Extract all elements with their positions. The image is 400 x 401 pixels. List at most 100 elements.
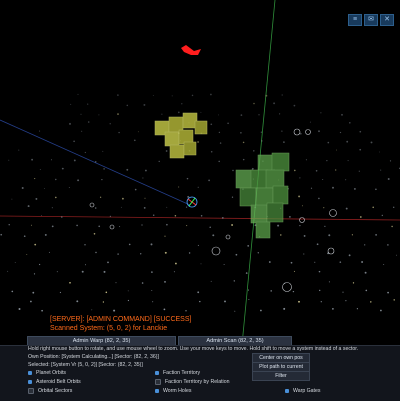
star-dot (166, 223, 168, 226)
option-orbital-sectors[interactable]: Orbital Sectors (28, 388, 72, 394)
star-dot (322, 179, 324, 180)
checkbox-checked-icon[interactable] (155, 371, 159, 375)
star-dot (219, 142, 222, 144)
star-dot (359, 148, 362, 151)
star-dot (303, 253, 305, 255)
star-dot (346, 140, 349, 143)
star-dot (73, 140, 75, 143)
star-dot (11, 290, 14, 293)
star-dot (273, 102, 276, 105)
star-dot (383, 264, 385, 266)
star-dot (315, 169, 318, 172)
star-dot (200, 111, 202, 113)
star-dot (332, 186, 334, 189)
star-dot (7, 270, 9, 272)
star-dot (44, 233, 47, 236)
star-dot (30, 224, 32, 226)
star-dot (174, 262, 177, 265)
star-dot (347, 160, 349, 162)
star-dot (356, 308, 358, 310)
star-dot (283, 141, 285, 143)
star-dot (210, 93, 212, 96)
star-dot (248, 299, 250, 300)
star-dot (59, 291, 61, 294)
star-dot (341, 113, 343, 116)
star-dot (70, 103, 72, 105)
star-dot (188, 252, 191, 254)
star-dot (61, 167, 64, 170)
checkbox-checked-icon[interactable] (285, 389, 289, 393)
star-dot (293, 169, 296, 172)
star-dot (218, 114, 219, 116)
star-dot (352, 282, 355, 284)
star-dot (113, 309, 116, 312)
star-dot (231, 196, 234, 198)
option-faction-territory[interactable]: Faction Territory (155, 370, 200, 376)
star-dot (209, 226, 211, 229)
mail-icon[interactable]: ✉ (364, 14, 378, 26)
option-label: Faction Territory by Relation (165, 379, 230, 385)
star-dot (319, 289, 321, 292)
star-dot (293, 104, 296, 107)
checkbox-unchecked-icon[interactable] (155, 379, 161, 385)
star-dot (115, 282, 117, 284)
star-dot (258, 114, 260, 116)
menu-icon[interactable]: ≡ (348, 14, 362, 26)
star-dot (117, 253, 119, 255)
star-dot (151, 271, 153, 273)
star-dot (87, 121, 90, 123)
star-dot (0, 233, 3, 236)
star-dot (375, 188, 377, 191)
option-worm-holes[interactable]: Worm Holes (155, 388, 191, 394)
star-dot (127, 299, 129, 302)
star-dot (174, 215, 177, 217)
star-dot (387, 244, 389, 246)
star-dot (379, 151, 381, 153)
star-dot (261, 140, 263, 142)
option-warp-gates[interactable]: Warp Gates (285, 388, 320, 394)
star-dot (293, 270, 295, 272)
star-dot (119, 226, 121, 228)
star-dot (310, 187, 313, 189)
checkbox-checked-icon[interactable] (155, 389, 159, 393)
checkbox-checked-icon[interactable] (28, 380, 32, 384)
filter-button[interactable]: Filter (252, 371, 310, 381)
star-dot (218, 131, 221, 134)
star-dot (34, 178, 36, 180)
option-label: Warp Gates (293, 388, 321, 394)
star-dot (103, 168, 105, 170)
star-dot (210, 280, 212, 282)
star-dot (152, 301, 154, 303)
star-dot (253, 102, 255, 105)
star-dot (137, 131, 139, 133)
star-dot (99, 196, 102, 198)
star-dot (290, 261, 293, 264)
star-dot (242, 141, 245, 144)
star-dot (375, 234, 377, 236)
star-dot (277, 224, 280, 227)
star-dot (185, 310, 187, 312)
star-dot (320, 301, 322, 303)
star-dot (163, 308, 166, 311)
star-dot (199, 300, 201, 303)
star-dot (280, 234, 282, 236)
star-dot (224, 300, 226, 303)
star-dot (197, 244, 199, 246)
star-dot (141, 282, 144, 284)
star-dot (335, 149, 337, 151)
star-dot (197, 141, 199, 143)
star-dot (260, 131, 263, 133)
option-planet-orbits[interactable]: Planet Orbits (28, 370, 66, 376)
star-dot (166, 206, 168, 208)
star-dot (39, 130, 41, 132)
star-dot (101, 178, 103, 181)
option-faction-territory-relation[interactable]: Faction Territory by Relation (155, 379, 230, 385)
option-asteroid-belt-orbits[interactable]: Asteroid Belt Orbits (28, 379, 81, 385)
server-log-message: [SERVER]: [ADMIN COMMAND] [SUCCESS] (50, 316, 192, 323)
checkbox-unchecked-icon[interactable] (28, 388, 34, 394)
star-dot (345, 207, 348, 210)
checkbox-checked-icon[interactable] (28, 371, 32, 375)
star-dot (227, 122, 229, 125)
close-icon[interactable]: ✕ (380, 14, 394, 26)
star-dot (164, 235, 166, 237)
